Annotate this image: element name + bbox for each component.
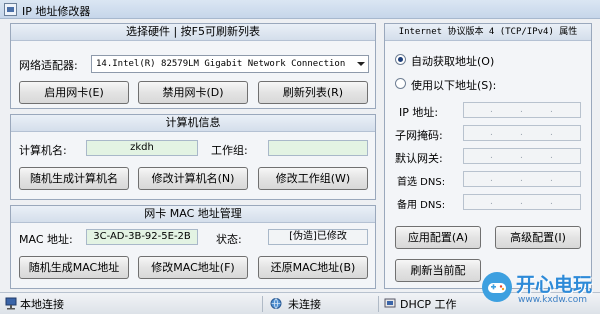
main-window: 选择硬件 | 按F5可刷新列表 网络适配器: 14.Intel(R) 82579… [0, 19, 600, 292]
chevron-down-icon[interactable] [357, 62, 365, 66]
dhcp-status: DHCP 工作 [400, 298, 457, 311]
computer-panel: 计算机信息 计算机名: zkdh 工作组: 随机生成计算机名 修改计算机名(N)… [10, 114, 376, 200]
apply-config-button[interactable]: 应用配置(A) [395, 226, 481, 249]
adapter-panel: 选择硬件 | 按F5可刷新列表 网络适配器: 14.Intel(R) 82579… [10, 23, 376, 109]
modify-workgroup-button[interactable]: 修改工作组(W) [258, 167, 368, 190]
gateway-label: 默认网关: [395, 152, 443, 165]
connection-name: 本地连接 [20, 298, 64, 311]
modify-mac-button[interactable]: 修改MAC地址(F) [138, 256, 248, 279]
restore-mac-button[interactable]: 还原MAC地址(B) [258, 256, 368, 279]
link-state: 未连接 [288, 298, 321, 311]
workgroup-label: 工作组: [211, 144, 248, 157]
manual-address-radio[interactable] [395, 78, 406, 89]
computer-panel-header: 计算机信息 [11, 115, 375, 132]
mac-status-label: 状态: [216, 233, 242, 246]
disconnected-icon [270, 298, 282, 309]
network-connection-icon [5, 297, 17, 310]
random-mac-button[interactable]: 随机生成MAC地址 [19, 256, 129, 279]
subnet-mask-label: 子网掩码: [395, 129, 443, 142]
computer-name-label: 计算机名: [19, 144, 67, 157]
advanced-config-button[interactable]: 高级配置(I) [495, 226, 581, 249]
dns2-label: 备用 DNS: [397, 200, 446, 211]
manual-address-label[interactable]: 使用以下地址(S): [411, 77, 496, 93]
dns1-input[interactable]: ... [463, 171, 581, 187]
ipv4-panel-header: Internet 协议版本 4 (TCP/IPv4) 属性 [385, 24, 591, 41]
dns1-label: 首选 DNS: [397, 177, 446, 188]
mac-panel-header: 网卡 MAC 地址管理 [11, 206, 375, 223]
status-divider [378, 296, 379, 312]
auto-address-radio[interactable] [395, 54, 406, 65]
mac-status-value: [伪造]已修改 [268, 229, 368, 245]
auto-address-label[interactable]: 自动获取地址(O) [411, 53, 494, 69]
ipv4-panel: Internet 协议版本 4 (TCP/IPv4) 属性 自动获取地址(O) … [384, 23, 592, 289]
dns2-input[interactable]: ... [463, 194, 581, 210]
window-title: IP 地址修改器 [22, 5, 91, 18]
app-icon [4, 3, 17, 16]
ip-address-input[interactable]: ... [463, 102, 581, 118]
disable-adapter-button[interactable]: 禁用网卡(D) [138, 81, 248, 104]
adapter-label: 网络适配器: [19, 59, 78, 72]
status-divider [262, 296, 263, 312]
subnet-mask-input[interactable]: ... [463, 125, 581, 141]
title-bar: IP 地址修改器 [0, 0, 600, 19]
modify-computer-name-button[interactable]: 修改计算机名(N) [138, 167, 248, 190]
mac-address-label: MAC 地址: [19, 233, 73, 246]
gamepad-logo-icon [482, 272, 512, 302]
watermark-url: www.kxdw.com [518, 295, 587, 305]
mac-panel: 网卡 MAC 地址管理 MAC 地址: 3C-AD-3B-92-5E-2B 状态… [10, 205, 376, 289]
watermark-brand: 开心电玩 [516, 274, 593, 296]
enable-adapter-button[interactable]: 启用网卡(E) [19, 81, 129, 104]
adapter-select-value: 14.Intel(R) 82579LM Gigabit Network Conn… [96, 59, 346, 69]
refresh-list-button[interactable]: 刷新列表(R) [258, 81, 368, 104]
random-computer-name-button[interactable]: 随机生成计算机名 [19, 167, 129, 190]
watermark-logo: 开心电玩 www.kxdw.com [478, 268, 600, 314]
mac-address-input[interactable]: 3C-AD-3B-92-5E-2B [86, 229, 198, 245]
computer-name-input[interactable]: zkdh [86, 140, 198, 156]
adapter-select[interactable]: 14.Intel(R) 82579LM Gigabit Network Conn… [91, 55, 369, 73]
workgroup-input[interactable] [268, 140, 368, 156]
gateway-input[interactable]: ... [463, 148, 581, 164]
dhcp-icon [384, 298, 396, 308]
refresh-current-config-button[interactable]: 刷新当前配 [395, 259, 481, 282]
ip-address-label: IP 地址: [399, 106, 439, 119]
adapter-panel-header: 选择硬件 | 按F5可刷新列表 [11, 24, 375, 41]
